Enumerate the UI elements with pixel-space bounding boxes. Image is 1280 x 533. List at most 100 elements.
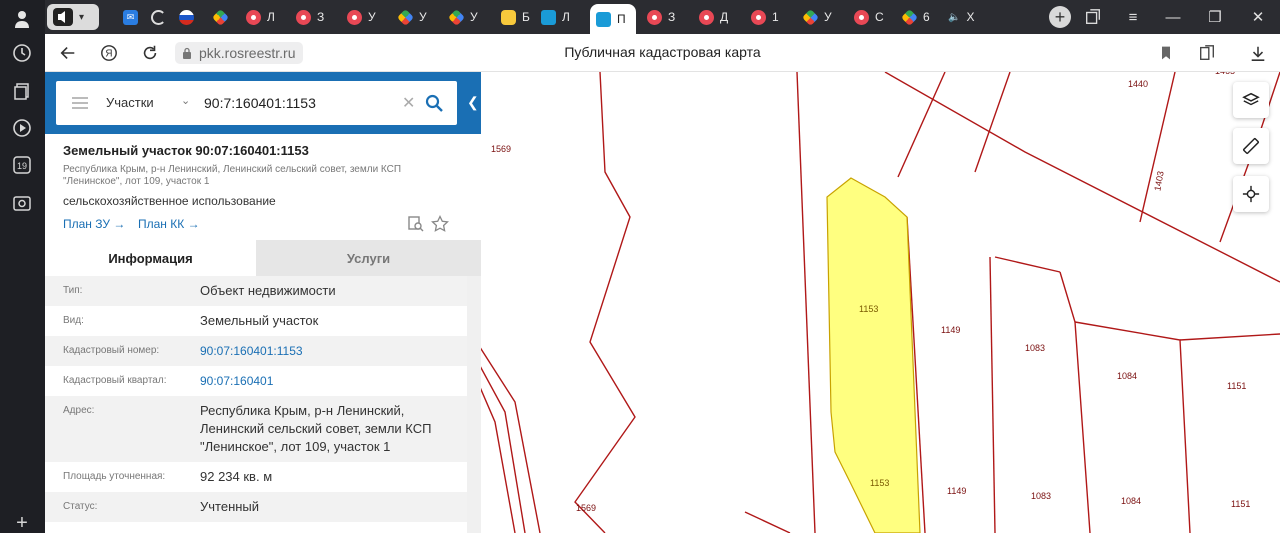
info-key: Вид: — [63, 315, 84, 326]
restore-icon[interactable]: ❐ — [1195, 0, 1235, 34]
download-icon[interactable] — [1247, 42, 1269, 64]
browser-tab[interactable]: У — [443, 4, 491, 30]
info-value: 92 234 кв. м — [200, 469, 273, 484]
parcel-label: 1151 — [1231, 499, 1251, 509]
browser-tab[interactable]: Л — [240, 4, 288, 30]
tab-info[interactable]: Информация — [45, 240, 256, 276]
panel-scrollbar[interactable] — [467, 276, 481, 533]
collections-icon[interactable] — [11, 80, 33, 102]
plan-kk-link[interactable]: План КК → — [138, 217, 200, 231]
audio-tab-button[interactable]: ▾ — [47, 4, 99, 30]
tab-services[interactable]: Услуги — [256, 240, 481, 276]
selected-parcel-label: 1153 — [859, 304, 879, 314]
screenshot-icon[interactable] — [11, 192, 33, 214]
flag-icon — [179, 9, 194, 25]
layers-icon — [1242, 92, 1260, 106]
tab-colorful[interactable] — [207, 4, 237, 30]
browser-sidebar: 19 + — [0, 0, 45, 533]
app-icon — [212, 8, 229, 26]
tab-flag[interactable] — [173, 4, 203, 30]
object-address: Республика Крым, р-н Ленинский, Ленински… — [63, 164, 402, 187]
info-value: Учтенный — [200, 499, 260, 514]
browser-tab[interactable]: У — [341, 4, 389, 30]
tab-label: С — [875, 10, 884, 24]
speaker-icon: 🔈 — [948, 11, 961, 23]
loading-icon — [151, 9, 166, 25]
info-row: Статус: Учтенный — [45, 492, 467, 522]
browser-tab[interactable]: Л — [535, 4, 585, 30]
reader-icon[interactable] — [1196, 42, 1218, 64]
browser-tab[interactable]: У — [797, 4, 845, 30]
clear-icon[interactable]: ✕ — [402, 93, 415, 113]
object-title: Земельный участок 90:07:160401:1153 — [63, 143, 309, 158]
panel-tabs: Информация Услуги — [45, 240, 481, 276]
app-icon — [802, 8, 819, 26]
calendar-icon[interactable]: 19 — [11, 154, 33, 176]
layers-button[interactable] — [1233, 82, 1269, 118]
tab-mail[interactable]: ✉ — [117, 4, 147, 30]
info-table: Тип: Объект недвижимости Вид: Земельный уча… — [45, 276, 467, 522]
browser-tab[interactable]: Д — [693, 4, 741, 30]
search-icon[interactable] — [424, 93, 444, 113]
measure-button[interactable] — [1233, 128, 1269, 164]
yandex-icon[interactable]: Я — [98, 42, 120, 64]
parcel-label: 1569 — [576, 503, 597, 513]
info-value: Земельный участок — [200, 313, 319, 328]
profile-icon[interactable] — [11, 8, 33, 30]
tab-label: Л — [562, 10, 570, 24]
parcel-label: 1084 — [1117, 371, 1138, 381]
info-row: Тип: Объект недвижимости — [45, 276, 467, 306]
lock-icon — [183, 47, 191, 59]
tab-label: Д — [720, 10, 729, 24]
tab-collections-icon[interactable] — [1073, 0, 1113, 34]
speaker-icon — [53, 8, 73, 26]
tab-loading[interactable] — [145, 4, 175, 30]
crosshair-icon — [1242, 185, 1260, 203]
minimize-icon[interactable]: — — [1153, 0, 1193, 34]
info-value-link[interactable]: 90:07:160401:1153 — [200, 342, 303, 360]
browser-tab[interactable]: У — [392, 4, 440, 30]
media-player-icon[interactable] — [11, 117, 33, 139]
info-value-link[interactable]: 90:07:160401 — [200, 372, 273, 390]
tab-strip: ▾ ✉ Л З У У У Б Л П З Д 1 У С 6 🔈 Х + ≡ — ❐ ✕ — [45, 0, 1280, 34]
back-icon[interactable] — [57, 42, 79, 64]
browser-tab[interactable]: Б — [495, 4, 533, 30]
add-panel-icon[interactable]: + — [11, 512, 33, 533]
menu-icon[interactable]: ≡ — [1113, 0, 1153, 34]
collapse-panel-icon[interactable]: ❮ — [467, 94, 479, 111]
opera-icon — [699, 9, 714, 25]
info-row: Адрес: Республика Крым, р-н Ленинский, Ле… — [45, 396, 467, 462]
search-input[interactable] — [204, 93, 394, 113]
find-on-map-icon[interactable] — [407, 215, 425, 233]
ruler-icon — [1243, 138, 1259, 154]
star-icon[interactable] — [431, 215, 449, 233]
browser-tab[interactable]: 🔈 Х — [942, 4, 988, 30]
browser-tab[interactable]: З — [641, 4, 689, 30]
browser-tab[interactable]: З — [290, 4, 338, 30]
browser-tab[interactable]: С — [848, 4, 892, 30]
info-key: Статус: — [63, 501, 98, 512]
url-field[interactable]: pkk.rosreestr.ru — [175, 42, 304, 64]
chevron-down-icon[interactable]: ⌄ — [181, 94, 190, 107]
close-window-icon[interactable]: ✕ — [1238, 0, 1278, 34]
mail-icon: ✉ — [123, 9, 138, 25]
browser-tab[interactable]: 1 — [745, 4, 793, 30]
bookmark-icon[interactable] — [1155, 42, 1177, 64]
search-type-select[interactable]: Участки — [106, 95, 154, 110]
app-icon — [448, 8, 465, 26]
menu-icon[interactable] — [72, 97, 88, 109]
parcel-label: 1149 — [947, 486, 967, 496]
tab-label: У — [824, 10, 832, 24]
browser-tab[interactable]: 6 — [896, 4, 940, 30]
new-tab-button[interactable]: + — [1049, 6, 1071, 28]
tab-label: З — [668, 10, 676, 24]
rosreestr-icon — [541, 9, 556, 25]
plan-zu-link[interactable]: План ЗУ → — [63, 217, 125, 231]
browser-tab[interactable]: П — [590, 4, 636, 34]
locate-button[interactable] — [1233, 176, 1269, 212]
selected-parcel-label: 1153 — [870, 478, 890, 488]
reload-icon[interactable] — [139, 42, 161, 64]
info-panel: Участки ⌄ ✕ ❮ Земельный участок 90:07:16… — [45, 72, 481, 533]
tab-label: П — [617, 12, 626, 26]
history-icon[interactable] — [11, 42, 33, 64]
